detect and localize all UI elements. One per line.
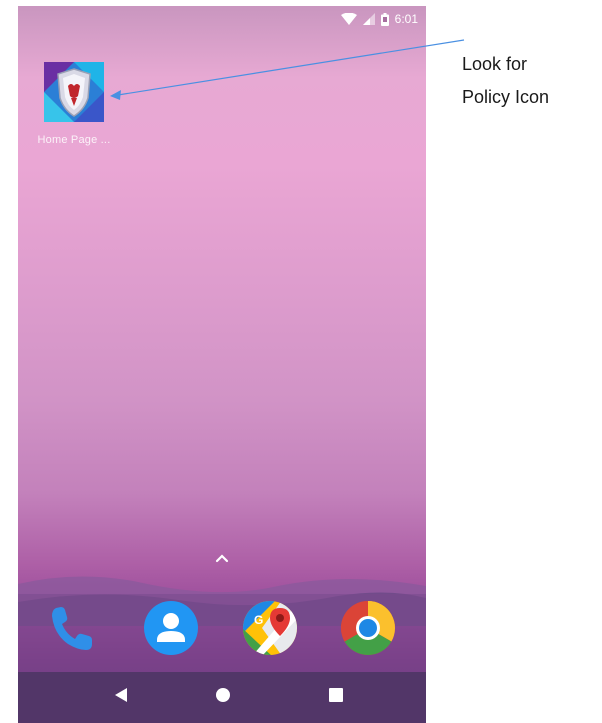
wifi-icon (340, 13, 357, 25)
navigation-bar (18, 672, 426, 723)
contacts-icon (144, 601, 198, 655)
app-drawer-button[interactable] (210, 550, 234, 566)
annotation-line-2: Policy Icon (462, 87, 550, 107)
battery-icon (380, 12, 389, 26)
status-time: 6:01 (394, 12, 418, 26)
phone-icon (52, 607, 92, 650)
chevron-up-icon (215, 554, 229, 563)
phone-app-button[interactable] (44, 600, 100, 656)
back-button[interactable] (114, 687, 128, 708)
maps-app-button[interactable]: G (242, 600, 298, 656)
recents-icon (329, 688, 343, 702)
chrome-icon (340, 601, 396, 656)
app-label: Home Page ... (37, 134, 111, 146)
policy-app-icon[interactable] (44, 62, 104, 122)
phone-screen: 6:01 Home Page ... G (18, 6, 426, 723)
contacts-app-button[interactable] (143, 600, 199, 656)
status-bar: 6:01 (18, 6, 426, 32)
recents-button[interactable] (329, 688, 343, 707)
annotation-line-1: Look for (462, 54, 528, 74)
home-icon (216, 688, 230, 702)
maps-icon: G (243, 601, 297, 655)
annotation-callout: Look for Policy Icon (462, 48, 602, 114)
policy-shield-icon (44, 62, 104, 122)
back-icon (115, 688, 127, 702)
chrome-app-button[interactable] (340, 600, 396, 656)
signal-icon (362, 13, 375, 25)
svg-text:G: G (254, 613, 263, 627)
home-button[interactable] (215, 687, 231, 708)
